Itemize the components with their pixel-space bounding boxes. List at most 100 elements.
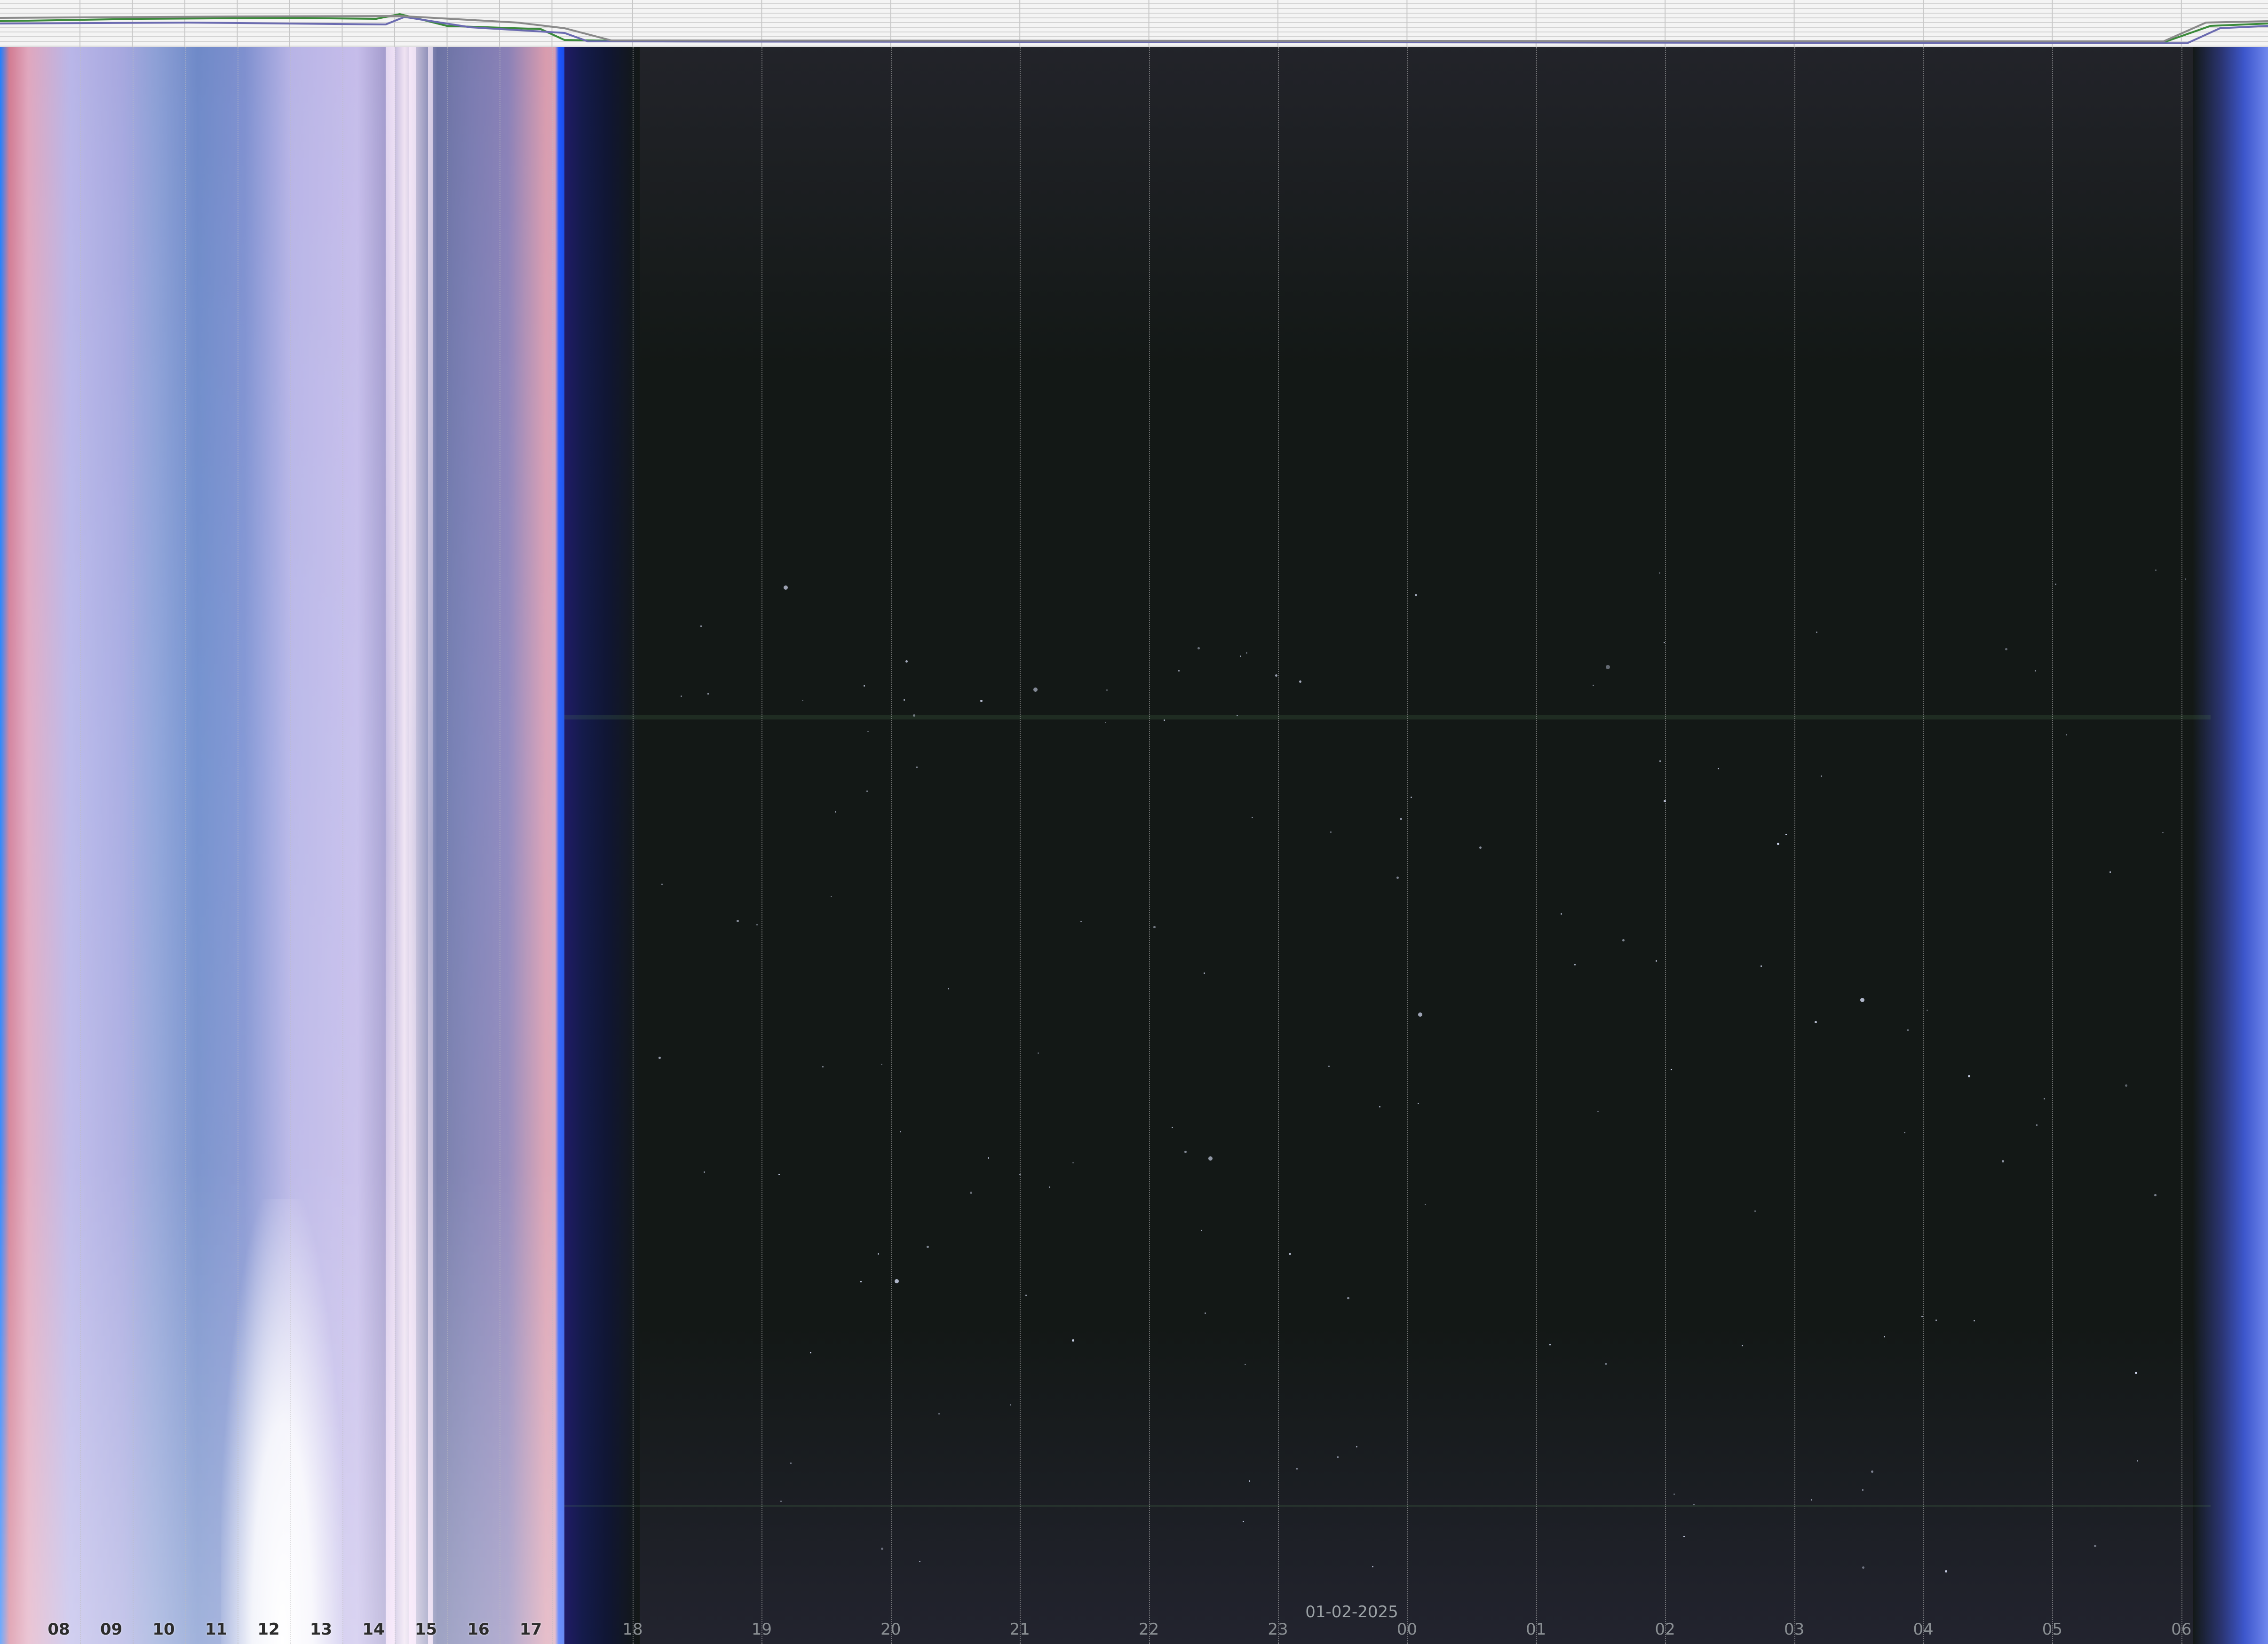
hour-label: 05 — [2042, 1620, 2063, 1639]
star — [2066, 734, 2068, 735]
hour-label: 15 — [414, 1620, 437, 1639]
star — [1926, 1009, 1928, 1011]
star — [1071, 1339, 1074, 1342]
hour-grid-line — [132, 47, 134, 1644]
star — [864, 685, 865, 687]
horizontal-band — [564, 1505, 2211, 1507]
hour-label: 01 — [1526, 1620, 1546, 1639]
star — [783, 585, 788, 590]
star — [1330, 831, 1332, 833]
star — [912, 714, 915, 717]
hour-grid-line — [2052, 47, 2054, 1644]
star — [1741, 1344, 1743, 1346]
bright-trail — [409, 47, 416, 1644]
star — [1663, 641, 1665, 643]
hour-grid-line — [1278, 47, 1279, 1644]
dusk-transition — [564, 47, 640, 1644]
sensor-trace — [0, 16, 2268, 45]
star — [903, 699, 905, 701]
star — [1479, 846, 1482, 849]
star — [2155, 569, 2157, 571]
star — [1656, 960, 1657, 962]
hour-label: 04 — [1913, 1620, 1934, 1639]
star — [2109, 871, 2111, 873]
star — [1605, 1363, 1607, 1365]
star — [1605, 664, 1610, 669]
star — [1967, 1075, 1970, 1077]
hour-label: 06 — [2171, 1620, 2192, 1639]
star — [919, 1561, 920, 1563]
star — [835, 811, 837, 813]
star — [1811, 1499, 1813, 1501]
hour-grid-line — [890, 47, 892, 1644]
star — [905, 660, 908, 663]
star — [1921, 1315, 1923, 1317]
star — [988, 1157, 990, 1159]
hour-label: 00 — [1396, 1620, 1418, 1639]
star — [1200, 1230, 1202, 1231]
hour-grid-line — [290, 47, 291, 1644]
sun-glare — [221, 1199, 343, 1644]
star — [867, 730, 869, 732]
hour-label: 16 — [467, 1620, 490, 1639]
star — [1814, 1020, 1817, 1023]
star — [1153, 925, 1156, 928]
hour-label: 17 — [519, 1620, 542, 1639]
hour-grid-line — [552, 47, 553, 1644]
star — [1379, 1106, 1380, 1107]
star — [1871, 1470, 1873, 1473]
bright-trail — [386, 47, 395, 1644]
hour-grid-line — [1020, 47, 1021, 1644]
star — [1203, 972, 1205, 974]
hour-label: 13 — [309, 1620, 333, 1639]
star — [1860, 997, 1865, 1002]
hour-grid-line — [185, 47, 186, 1644]
hour-label: 11 — [205, 1620, 228, 1639]
star — [2162, 832, 2164, 834]
hour-label: 08 — [48, 1620, 70, 1639]
hour-label: 23 — [1268, 1620, 1288, 1639]
star — [810, 1352, 812, 1353]
star — [1418, 1012, 1423, 1017]
star — [860, 1281, 862, 1283]
hour-grid-line — [2181, 47, 2182, 1644]
star — [703, 1171, 705, 1173]
star — [790, 1462, 792, 1464]
sensor-trace — [0, 15, 2268, 43]
hour-grid-line — [1536, 47, 1537, 1644]
star — [1399, 817, 1402, 820]
horizontal-band — [564, 715, 2211, 719]
star — [1184, 1150, 1187, 1153]
star — [1670, 1068, 1672, 1070]
hour-label: 12 — [257, 1620, 280, 1639]
star — [1009, 1404, 1011, 1406]
hour-label: 21 — [1009, 1620, 1030, 1639]
hour-grid-line — [633, 47, 634, 1644]
sensor-graph-strip — [0, 0, 2268, 49]
hour-grid-line — [1923, 47, 1924, 1644]
hour-label: 09 — [100, 1620, 123, 1639]
star — [1288, 1253, 1291, 1256]
star — [1549, 1344, 1551, 1345]
star — [1622, 939, 1625, 941]
hour-grid-line — [761, 47, 763, 1644]
hour-grid-line — [80, 47, 81, 1644]
star — [969, 1191, 972, 1194]
star — [1163, 719, 1165, 721]
hour-grid-line — [1407, 47, 1408, 1644]
hour-label: 14 — [362, 1620, 385, 1639]
bright-trail — [428, 47, 433, 1644]
hour-label: 22 — [1138, 1620, 1159, 1639]
star — [1658, 572, 1660, 574]
star — [1106, 689, 1108, 691]
star — [661, 883, 663, 885]
hour-grid-line — [342, 47, 343, 1644]
star — [2136, 1460, 2138, 1462]
star — [1673, 1493, 1675, 1495]
hour-grid-line — [395, 47, 396, 1644]
hour-grid-line — [1665, 47, 1666, 1644]
hour-label: 03 — [1784, 1620, 1805, 1639]
star — [1592, 685, 1594, 687]
hour-label: 18 — [622, 1620, 643, 1639]
hour-label: 19 — [751, 1620, 772, 1639]
